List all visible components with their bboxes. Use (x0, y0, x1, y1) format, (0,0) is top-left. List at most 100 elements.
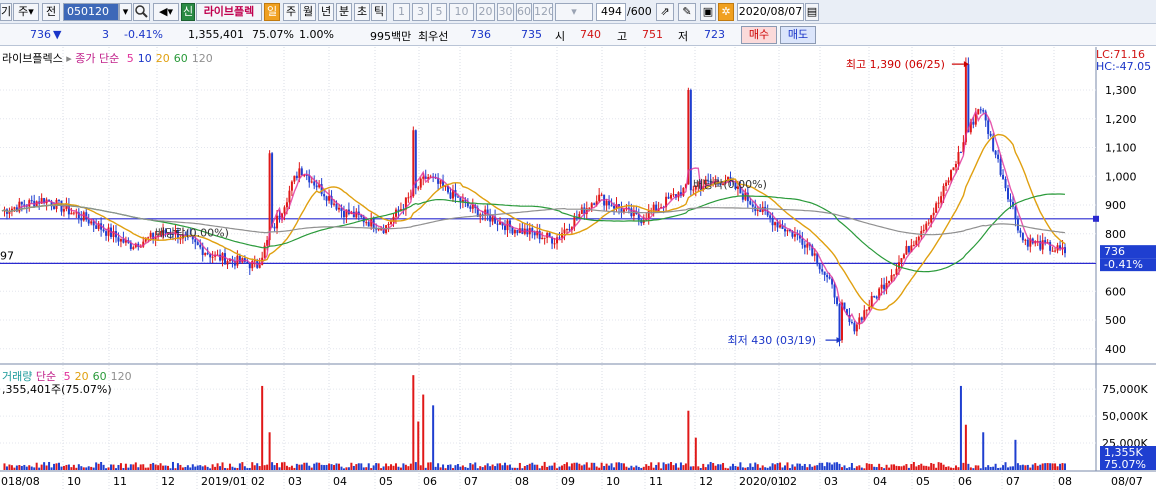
volume-bar (129, 464, 132, 470)
volume-bar (308, 465, 311, 470)
volume-bar (962, 462, 965, 470)
volume-bar (746, 467, 749, 470)
volume-bar (565, 462, 568, 470)
volume-bar (357, 463, 360, 470)
candle-body (30, 200, 33, 202)
volume-bar (603, 465, 606, 470)
volume-bar (189, 467, 192, 470)
volume-bar (233, 467, 236, 470)
volume-bar (997, 467, 1000, 470)
candle-body (907, 246, 910, 253)
volume-bar (434, 466, 437, 470)
candle-body (813, 253, 816, 256)
candle-body (823, 271, 826, 275)
candle-body (199, 244, 202, 248)
volume-bar (922, 465, 925, 470)
volume-bar (15, 465, 18, 470)
candle-body (749, 201, 752, 205)
volume-bar (92, 467, 95, 470)
candle-body (806, 243, 809, 248)
volume-bar (506, 465, 509, 470)
volume-bar (82, 467, 85, 470)
price-tick-label: 800 (1105, 228, 1126, 241)
candle-body (1019, 230, 1022, 233)
volume-bar (479, 466, 482, 470)
candle-body (917, 236, 920, 241)
candle-body (952, 167, 955, 171)
volume-bar (801, 465, 804, 470)
price-tick-label: 1,200 (1105, 113, 1137, 126)
candle-body (957, 152, 960, 164)
volume-bar (915, 466, 918, 470)
volume-bar (702, 463, 705, 470)
volume-bar (273, 465, 276, 470)
candle-body (751, 204, 754, 207)
candle-body (543, 237, 546, 239)
volume-bar (548, 465, 551, 470)
candle-body (541, 237, 544, 240)
candle-body (967, 64, 970, 133)
volume-bar (1039, 464, 1042, 470)
volume-bar (494, 466, 497, 470)
volume-bar (808, 464, 811, 470)
candle-body (414, 130, 417, 189)
price-tick-label: 1,100 (1105, 142, 1137, 155)
volume-bar (1011, 466, 1014, 470)
candle-body (258, 264, 261, 268)
high-annotation: 최고 1,390 (06/25) (846, 58, 945, 71)
volume-bar (481, 467, 484, 470)
volume-bar (486, 463, 489, 470)
volume-bar (563, 464, 566, 470)
candle-body (246, 261, 249, 264)
volume-bar (541, 465, 544, 470)
volume-bar (271, 462, 274, 470)
volume-bar (858, 465, 861, 470)
candle-body (206, 253, 209, 255)
volume-bar (449, 464, 452, 470)
volume-bar (709, 461, 712, 470)
volume-bar (756, 464, 759, 470)
candle-body (132, 247, 135, 250)
volume-bar (283, 462, 286, 470)
volume-bar (263, 465, 266, 470)
volume-bar (340, 466, 343, 470)
volume-bar (744, 467, 747, 470)
candle-body (469, 206, 472, 209)
volume-bar (684, 463, 687, 470)
x-tick-label: 05 (916, 475, 930, 488)
volume-bar (905, 464, 908, 470)
candle-body (147, 237, 150, 239)
volume-bar (414, 462, 417, 470)
candle-body (964, 64, 967, 143)
candle-body (828, 277, 831, 279)
candle-body (588, 207, 591, 209)
volume-bar (72, 464, 75, 470)
candle-body (672, 194, 675, 196)
volume-bar (174, 468, 177, 470)
volume-bar (947, 466, 950, 470)
candle-body (553, 243, 556, 245)
volume-bar (87, 466, 90, 470)
volume-bar (598, 467, 601, 470)
candle-body (590, 203, 593, 208)
candle-body (821, 269, 824, 272)
volume-bar (236, 468, 239, 470)
volume-bar (1059, 463, 1062, 470)
volume-bar (471, 464, 474, 470)
volume-bar (102, 464, 105, 470)
volume-bar (13, 467, 16, 470)
volume-bar (699, 468, 702, 470)
volume-bar (48, 461, 51, 470)
candle-body (880, 284, 883, 289)
volume-bar (40, 464, 43, 470)
price-chart-canvas[interactable]: 1,3001,2001,1001,00090080070060050040001… (0, 0, 1156, 490)
volume-bar (209, 468, 212, 470)
volume-bar (211, 464, 214, 470)
candle-body (977, 109, 980, 115)
volume-bar (107, 467, 110, 470)
volume-bar (320, 464, 323, 470)
volume-bar (764, 467, 767, 470)
volume-bar (251, 462, 254, 470)
candle-body (838, 304, 841, 341)
price-tick-label: 400 (1105, 343, 1126, 356)
